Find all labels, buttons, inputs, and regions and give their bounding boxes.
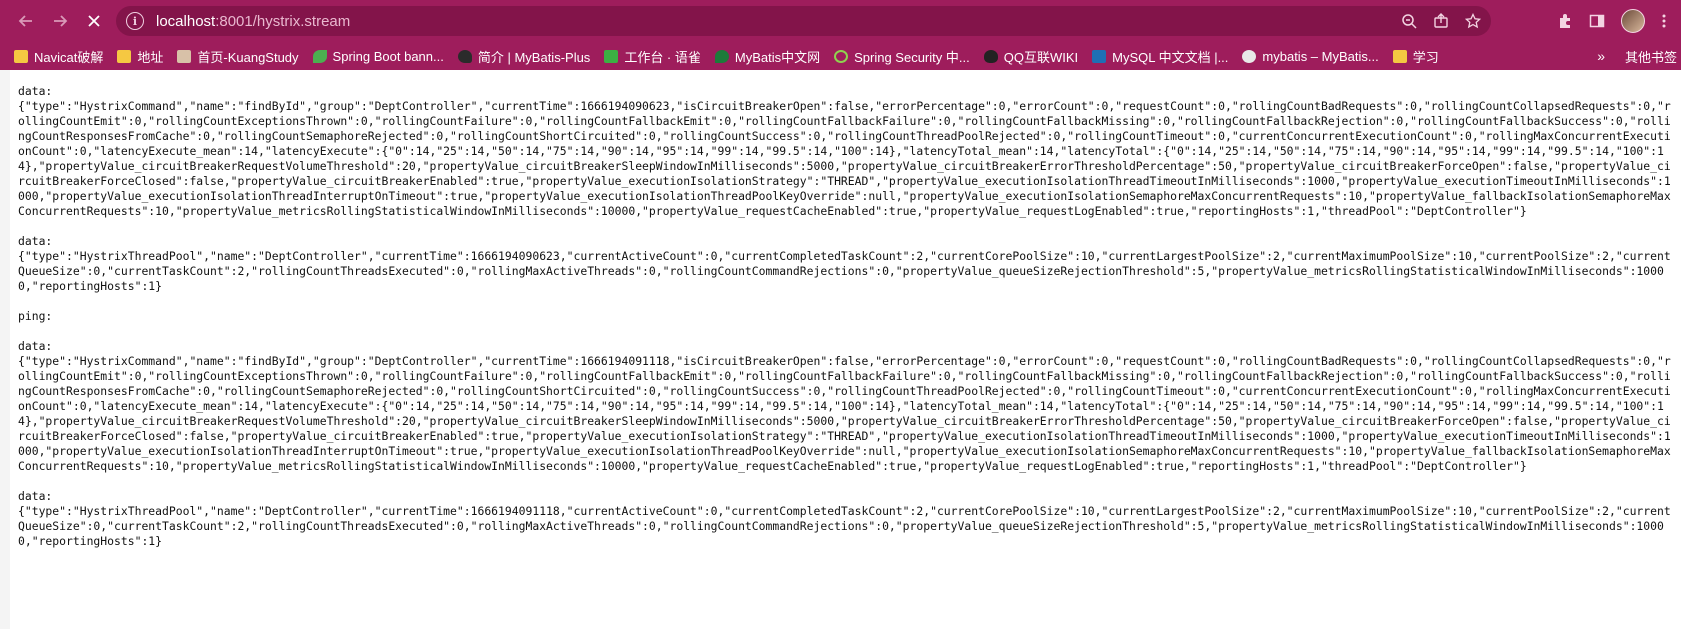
zoom-icon[interactable] <box>1401 13 1417 29</box>
bookmarks-overflow-button[interactable]: » <box>1597 48 1605 64</box>
bookmark-mybatis-plus[interactable]: 简介 | MyBatis-Plus <box>457 47 591 66</box>
spring-leaf-icon <box>312 49 327 63</box>
bookmark-spring-security[interactable]: Spring Security 中... <box>834 47 970 66</box>
url-host: localhost <box>156 12 216 30</box>
close-icon <box>88 15 100 27</box>
extensions-icon[interactable] <box>1557 13 1573 29</box>
event-label: data: <box>18 84 53 98</box>
bookmark-kuangstudy[interactable]: 首页-KuangStudy <box>177 47 299 66</box>
bookmark-yuque[interactable]: 工作台 · 语雀 <box>604 47 701 66</box>
event-payload: {"type":"HystrixThreadPool","name":"Dept… <box>18 504 1671 548</box>
stream-event: ping: <box>18 309 1673 324</box>
bookmark-label: 工作台 · 语雀 <box>624 49 701 65</box>
side-panel-icon[interactable] <box>1589 13 1605 29</box>
bookmark-label: 简介 | MyBatis-Plus <box>477 49 591 65</box>
bookmark-study[interactable]: 学习 <box>1392 47 1439 66</box>
arrow-left-icon <box>18 15 32 27</box>
folder-icon <box>1392 49 1407 63</box>
bookmark-navicat[interactable]: Navicat破解 <box>14 47 103 66</box>
other-bookmarks[interactable]: 其他书签 <box>1619 47 1677 66</box>
bookmark-mysql-docs[interactable]: MySQL 中文文档 |... <box>1092 47 1228 66</box>
event-label: data: <box>18 234 53 248</box>
back-button[interactable] <box>12 7 40 35</box>
browser-toolbar: i localhost:8001/hystrix.stream <box>0 0 1681 42</box>
event-label: ping: <box>18 309 53 323</box>
globe-icon <box>1242 49 1257 63</box>
event-payload: {"type":"HystrixCommand","name":"findByI… <box>18 354 1671 473</box>
bookmark-label: Spring Boot bann... <box>332 48 444 64</box>
stream-event: data: {"type":"HystrixThreadPool","name"… <box>18 489 1673 549</box>
address-bar[interactable]: i localhost:8001/hystrix.stream <box>116 6 1491 36</box>
star-icon[interactable] <box>1465 13 1481 29</box>
page-content: data: {"type":"HystrixCommand","name":"f… <box>0 70 1681 629</box>
stream-event: data: {"type":"HystrixCommand","name":"f… <box>18 84 1673 219</box>
url-text[interactable]: localhost:8001/hystrix.stream <box>156 13 350 30</box>
bookmark-label: 首页-KuangStudy <box>197 49 299 65</box>
qq-penguin-icon <box>983 49 998 63</box>
bookmark-address[interactable]: 地址 <box>117 47 163 66</box>
left-edge-strip <box>0 70 10 629</box>
bookmark-label: mybatis – MyBatis... <box>1262 48 1379 64</box>
bookmark-mybatis-cn[interactable]: MyBatis中文网 <box>714 47 821 66</box>
spring-icon <box>834 49 849 63</box>
bookmark-label: MySQL 中文文档 |... <box>1112 49 1229 65</box>
stream-event: data: {"type":"HystrixCommand","name":"f… <box>18 339 1673 474</box>
folder-icon <box>14 49 28 63</box>
mybatis-plus-icon <box>457 49 472 63</box>
bookmark-spring-boot[interactable]: Spring Boot bann... <box>312 48 444 64</box>
bookmark-label: MyBatis中文网 <box>734 49 821 65</box>
bookmarks-bar: Navicat破解 地址 首页-KuangStudy Spring Boot b… <box>0 42 1681 70</box>
mybatis-icon <box>714 49 729 63</box>
yuque-icon <box>604 49 619 63</box>
bookmark-label: 学习 <box>1412 49 1439 65</box>
event-label: data: <box>18 339 53 353</box>
forward-button[interactable] <box>46 7 74 35</box>
event-label: data: <box>18 489 53 503</box>
share-icon[interactable] <box>1433 13 1449 29</box>
bookmark-label: Spring Security 中... <box>854 49 970 65</box>
bookmark-label: Navicat破解 <box>34 49 104 65</box>
avatar[interactable] <box>1621 9 1645 33</box>
event-payload: {"type":"HystrixThreadPool","name":"Dept… <box>18 249 1671 293</box>
bookmark-mybatis-org[interactable]: mybatis – MyBatis... <box>1242 48 1379 64</box>
arrow-right-icon <box>54 15 68 27</box>
url-path: :8001/hystrix.stream <box>215 12 351 30</box>
bookmark-label: 地址 <box>137 49 164 65</box>
site-favicon-icon <box>177 49 192 63</box>
bookmark-qq-wiki[interactable]: QQ互联WIKI <box>983 47 1079 66</box>
stop-loading-button[interactable] <box>80 7 108 35</box>
event-stream: data: {"type":"HystrixCommand","name":"f… <box>18 84 1673 564</box>
stream-event: data: {"type":"HystrixThreadPool","name"… <box>18 234 1673 294</box>
folder-icon <box>117 49 132 63</box>
site-info-icon[interactable]: i <box>126 12 144 30</box>
other-bookmarks-label: 其他书签 <box>1624 49 1677 65</box>
event-payload: {"type":"HystrixCommand","name":"findByI… <box>18 99 1671 218</box>
mysql-icon <box>1092 49 1107 63</box>
bookmark-label: QQ互联WIKI <box>1003 49 1079 65</box>
menu-icon[interactable] <box>1661 13 1667 29</box>
